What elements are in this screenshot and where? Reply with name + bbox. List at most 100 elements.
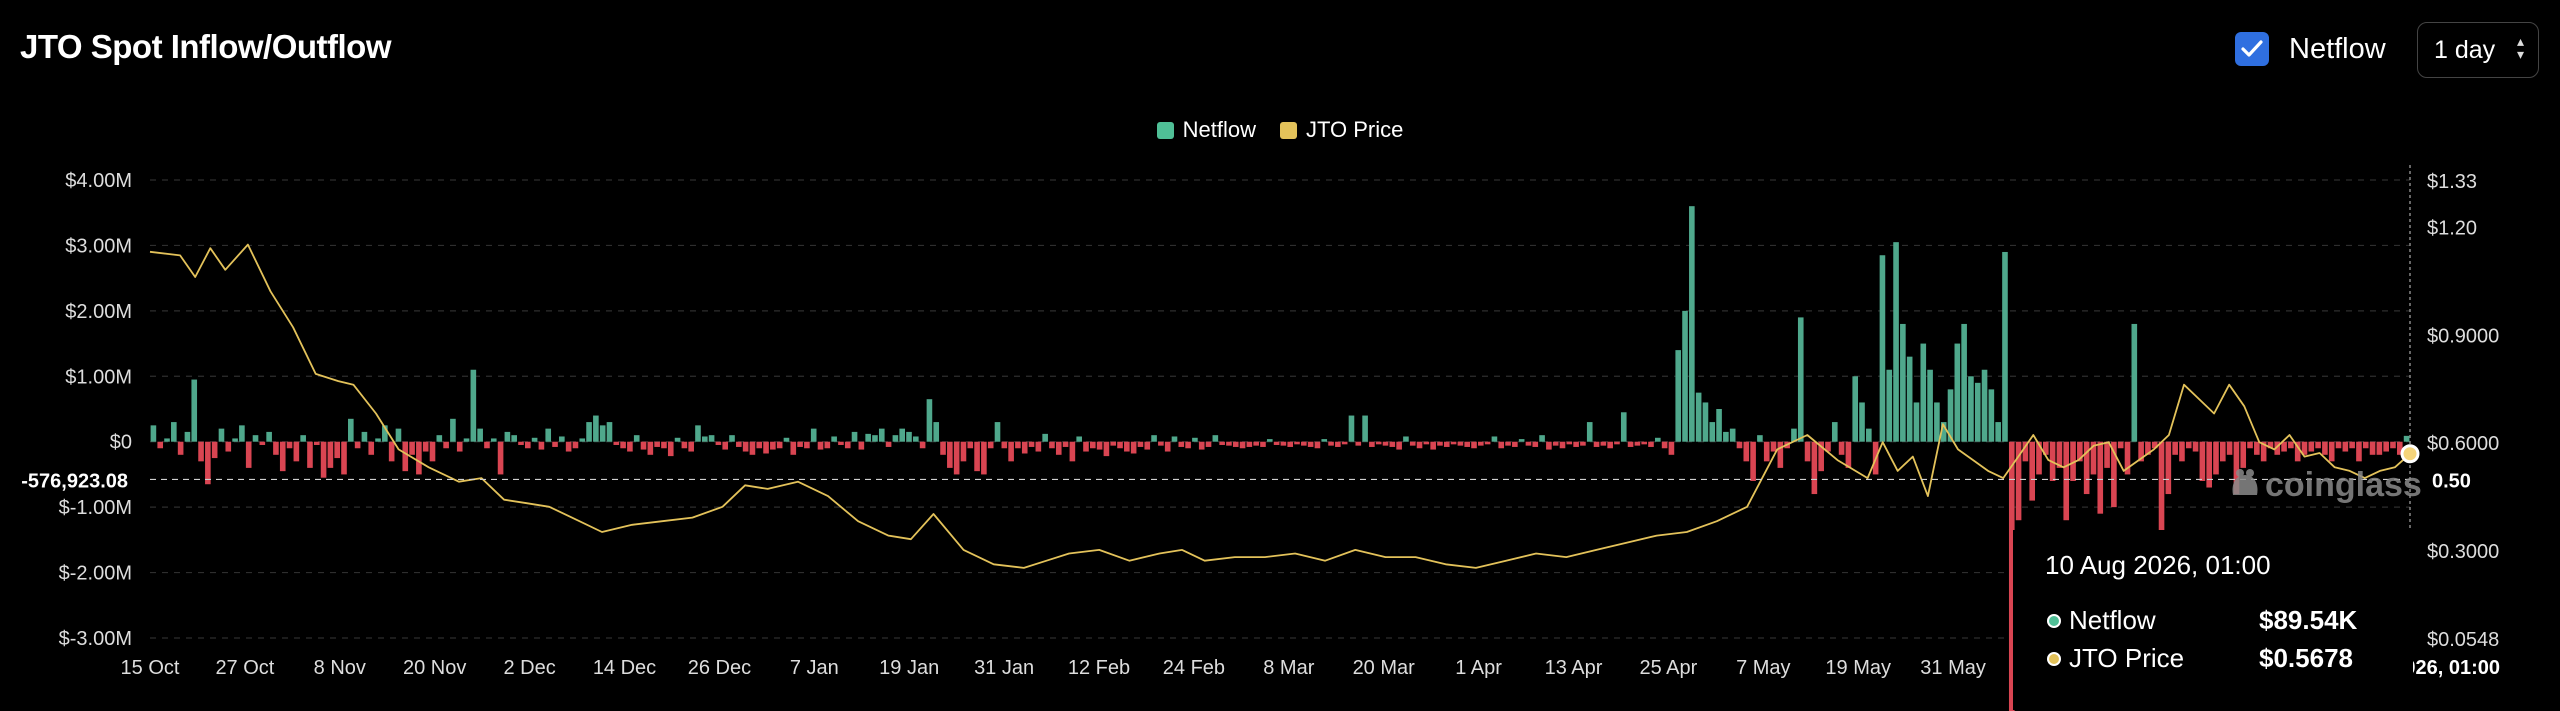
netflow-bar [1042,433,1048,442]
netflow-bar [375,438,381,442]
netflow-bar [1260,441,1266,447]
netflow-bar [899,428,906,442]
netflow-bar [2403,435,2410,442]
netflow-bar [763,441,769,454]
netflow-bar [1144,441,1151,450]
netflow-bar [2288,441,2294,449]
netflow-bar [463,438,470,442]
netflow-bar [661,441,667,449]
netflow-bar [1219,441,1225,445]
netflow-bar [858,441,865,450]
netflow-bar [307,441,313,468]
netflow-bar [2369,441,2376,455]
netflow-bar [2254,441,2260,455]
netflow-bar [348,418,354,442]
netflow-bar [1239,441,1246,449]
netflow-bar [844,441,851,449]
netflow-bar [1266,439,1273,442]
netflow-bar [211,441,218,459]
x-tick-label: 31 Jan [974,657,1034,679]
netflow-bar [2199,441,2206,481]
netflow-bar [395,428,402,442]
x-tick-label: 27 Oct [215,657,274,679]
netflow-bar [933,422,940,442]
watermark-text: coinglass [2265,465,2422,504]
netflow-bar [878,428,885,442]
netflow-bar [919,441,926,449]
netflow-bar [1273,441,1280,445]
netflow-bar [749,441,756,455]
netflow-bar [1362,415,1368,442]
netflow-bar [838,441,844,445]
netflow-bar [436,435,443,442]
netflow-bar [885,441,892,447]
y-right-tick-label: $0.0548 [2427,629,2499,651]
netflow-bar [552,441,558,447]
netflow-bar [565,441,572,452]
netflow-bar [790,441,797,455]
netflow-bar [429,441,436,462]
netflow-bar [2179,441,2185,462]
netflow-bar [1178,441,1185,447]
netflow-bar [2308,441,2315,452]
netflow-bar [1920,343,1927,442]
netflow-bar [2158,441,2165,534]
netflow-bar [1232,441,1239,447]
netflow-bar [1484,441,1491,445]
netflow-bar [2165,441,2172,495]
y-left-tick-label: $-3.00M [59,628,132,650]
netflow-bar [1294,441,1300,445]
netflow-bar [1164,441,1171,452]
netflow-bar [1968,376,1974,442]
netflow-bar [1205,441,1212,447]
netflow-bar [1845,441,1852,468]
netflow-bar [640,441,647,450]
netflow-bar [484,441,490,449]
x-tick-label: 8 Nov [314,657,366,679]
netflow-bar [1478,441,1484,446]
x-tick-label: 31 May [1920,657,1986,679]
y-left-tick-label: $1.00M [65,366,132,388]
netflow-bar [810,428,817,442]
x-tick-label: 7 Jan [790,657,839,679]
y-left-tick-label: $2.00M [65,301,132,323]
netflow-bar [1328,441,1334,446]
netflow-bar [1546,441,1552,450]
netflow-bar [1777,441,1784,468]
netflow-bar [293,441,300,462]
netflow-bar [1028,441,1035,447]
netflow-bar [865,433,871,442]
netflow-bar [504,431,511,442]
tooltip-row-netflow: Netflow $89.54K [2047,605,2413,636]
netflow-bar [1076,436,1082,442]
x-tick-label: 8 Mar [1263,657,1314,679]
netflow-bar [695,425,701,442]
netflow-bar [1069,441,1076,462]
netflow-bar [456,441,463,452]
netflow-bar [1866,428,1872,442]
netflow-bar [960,441,967,462]
netflow-bar [1961,323,1967,442]
x-tick-label: 14 Dec [593,657,656,679]
netflow-bar [783,437,790,442]
crosshair-price-label: 0.50 [2432,470,2471,492]
netflow-bar [1736,441,1743,449]
netflow-bar [831,436,837,442]
netflow-bar [1797,317,1804,442]
netflow-bar [1566,441,1573,445]
netflow-bar [409,441,415,455]
netflow-bar [1614,441,1620,445]
netflow-bar [797,441,803,447]
netflow-bar [1021,441,1028,454]
netflow-bar [1471,441,1477,449]
y-right-tick-label: $1.33 [2427,171,2477,193]
netflow-bar [2356,441,2362,462]
netflow-bar [1246,441,1253,447]
netflow-bar [1811,441,1818,495]
netflow-bar [1702,402,1709,442]
netflow-bar [205,441,211,485]
netflow-bar [2104,441,2110,468]
netflow-bar [2342,441,2349,452]
netflow-bar [1212,435,1219,442]
netflow-bar [1682,310,1688,442]
